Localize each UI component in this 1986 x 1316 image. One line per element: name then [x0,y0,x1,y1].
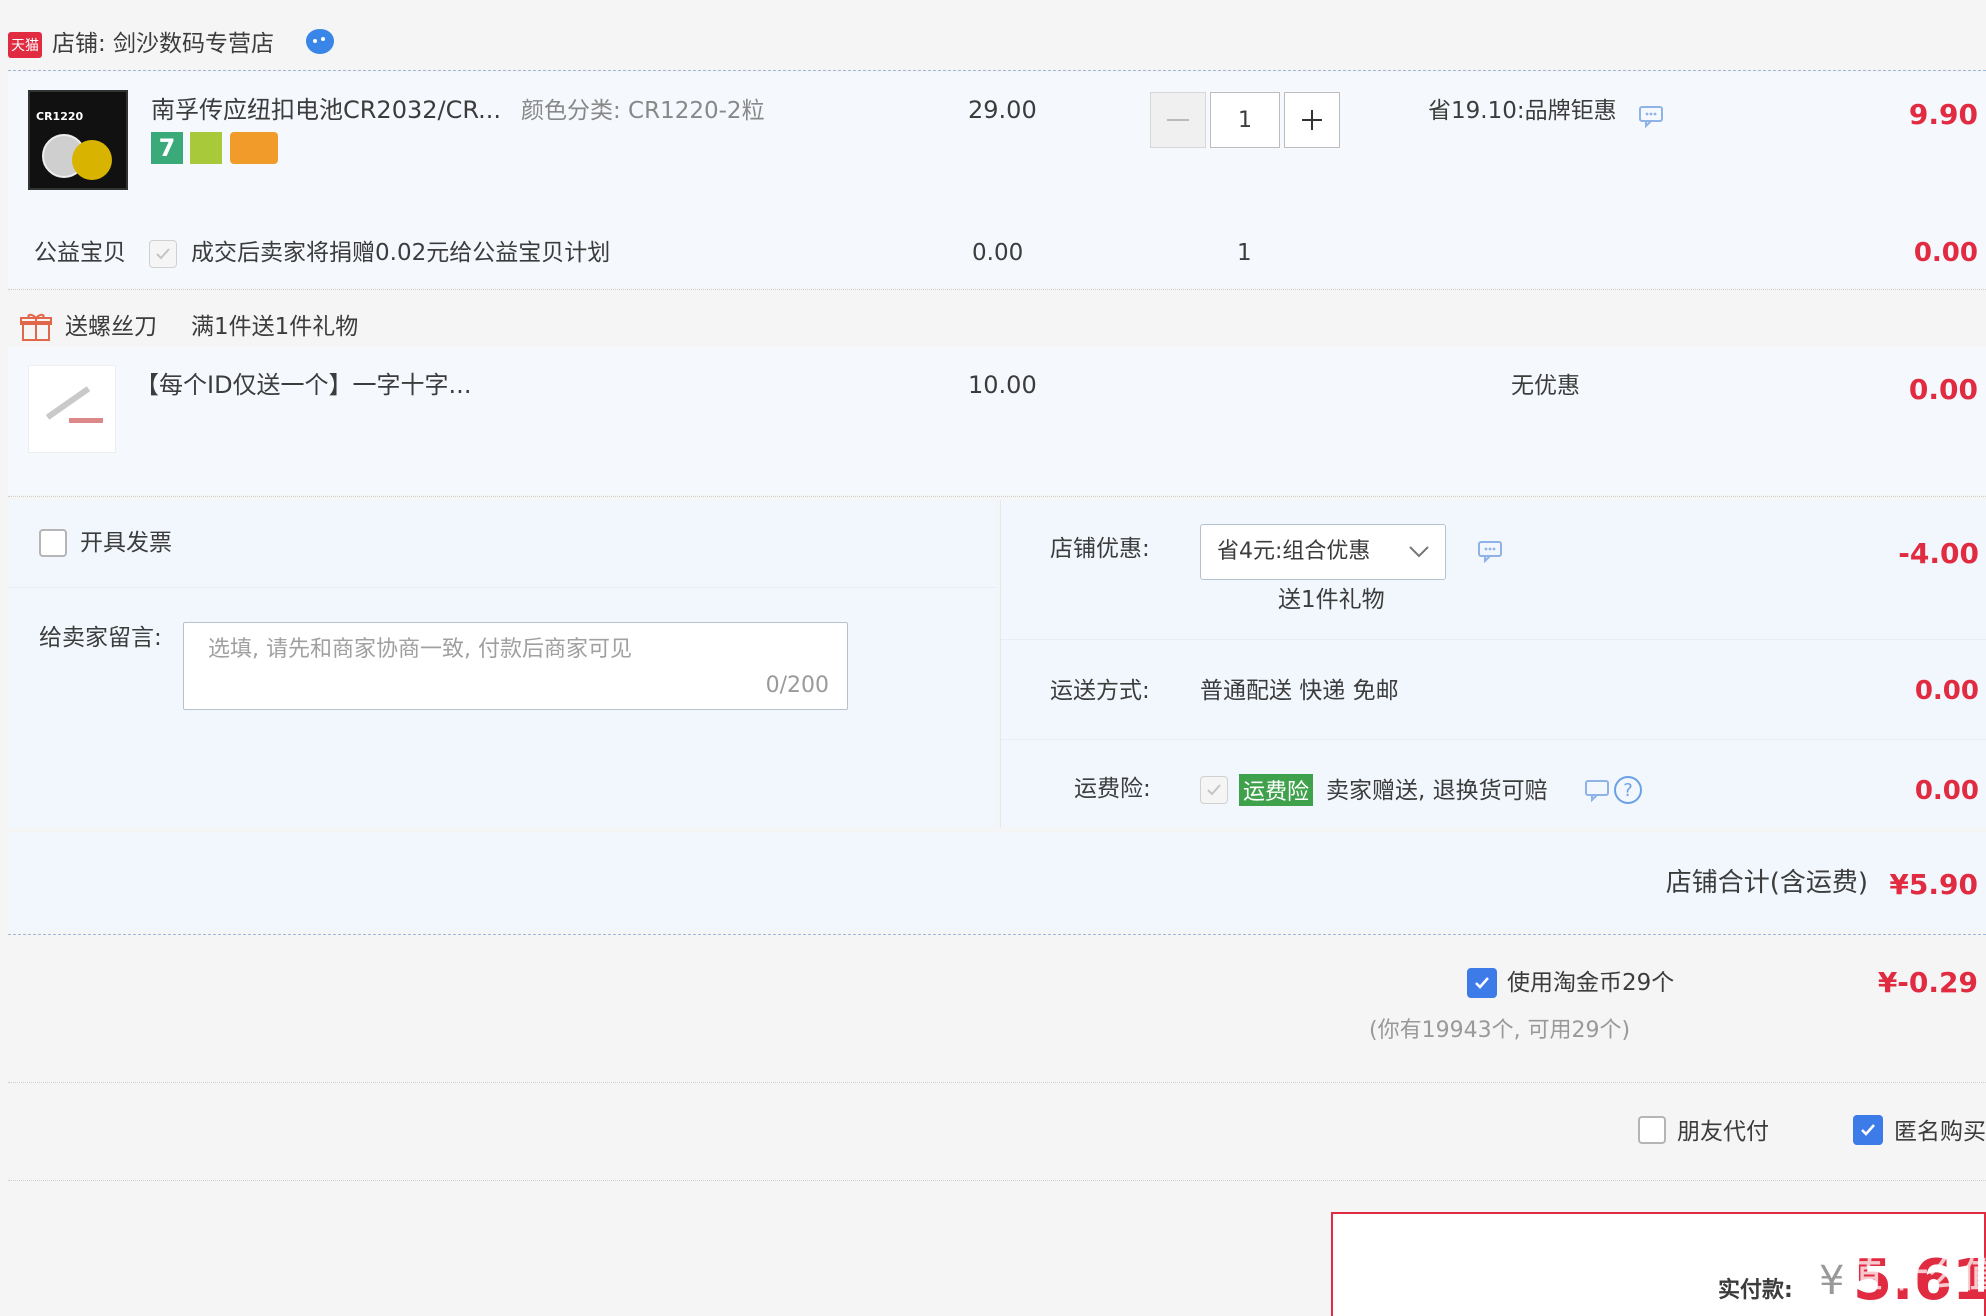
gift-rule: 满1件送1件礼物 [191,314,359,340]
charity-qty: 1 [1237,240,1252,266]
plus-icon [1302,110,1322,130]
friend-pay-checkbox[interactable] [1638,1116,1666,1144]
shop-discount-amount: -4.00 [1898,537,1979,570]
anonymous-checkbox[interactable] [1853,1115,1883,1145]
shop-discount-note: 送1件礼物 [1278,587,1385,613]
invoice-checkbox[interactable] [39,529,67,557]
guarantee-shield-icon [190,132,222,164]
gift-title[interactable]: 【每个ID仅送一个】一字十字... [135,373,471,397]
coins-amount: ¥-0.29 [1877,966,1978,999]
product-sku: 颜色分类: CR1220-2粒 [521,98,765,124]
qty-increase-button[interactable] [1284,92,1340,148]
charity-checkbox [149,240,177,268]
shop-discount-selected: 省4元:组合优惠 [1217,539,1371,564]
product-title[interactable]: 南孚传应纽扣电池CR2032/CR... [151,98,501,122]
coins-label: 使用淘金币29个 [1507,970,1675,996]
checkmark-icon [156,248,170,260]
message-label: 给卖家留言: [39,625,162,651]
item-discount-text: 省19.10:品牌钜惠 [1428,98,1617,124]
anonymous-label: 匿名购买 [1894,1119,1986,1145]
coins-checkbox[interactable] [1467,968,1497,998]
discount-info-icon[interactable] [1638,104,1666,129]
order-options-right: 店铺优惠: 省4元:组合优惠 送1件礼物 -4.00 运送方式: 普通配送 快递… [1000,500,1986,828]
friend-pay-label: 朋友代付 [1677,1119,1769,1145]
gift-label: 送螺丝刀 [65,314,157,340]
tmall-badge: 天猫 [8,32,42,58]
checkmark-icon [1861,1124,1875,1136]
options-divider [8,1180,1986,1181]
item-price: 29.00 [968,96,1037,124]
shop-discount-label: 店铺优惠: [1050,536,1150,562]
shop-divider [8,70,1986,71]
insurance-tag: 运费险 [1239,774,1314,806]
item-subtotal: 9.90 [1908,98,1978,131]
credit-card-icon [230,132,278,164]
charity-price: 0.00 [972,240,1024,266]
insurance-label: 运费险: [1074,776,1151,802]
tmall-badge-text: 天猫 [11,38,39,54]
help-question-icon[interactable]: ? [1614,776,1642,804]
message-placeholder: 选填, 请先和商家协商一致, 付款后商家可见 [208,637,632,662]
coins-hint: (你有19943个, 可用29个) [1369,1018,1631,1043]
gift-discount-text: 无优惠 [1511,373,1580,399]
insurance-amount: 0.00 [1914,776,1979,806]
gift-header: 送螺丝刀 满1件送1件礼物 [8,292,1986,347]
payment-options: 朋友代付 匿名购买 [8,1084,1986,1180]
pay-summary-box: 实付款: ¥ 5.61 值 什么值得买 [1331,1212,1986,1316]
charity-desc: 成交后卖家将捐赠0.02元给公益宝贝计划 [191,240,611,266]
charity-row: 公益宝贝 成交后卖家将捐赠0.02元给公益宝贝计划 0.00 1 0.00 [8,215,1986,287]
shop-total-label: 店铺合计(含运费) [1665,868,1868,898]
shop-discount-row: 店铺优惠: 省4元:组合优惠 送1件礼物 -4.00 [1001,500,1986,640]
minus-icon [1167,119,1189,121]
total-divider [8,934,1986,935]
screwdriver-icon-2 [69,418,103,423]
gift-thumbnail[interactable] [28,365,116,453]
gift-item-panel: 【每个ID仅送一个】一字十字... 10.00 无优惠 0.00 [8,347,1986,495]
shipping-label: 运送方式: [1050,678,1150,704]
shipping-amount: 0.00 [1914,676,1979,706]
shipping-row: 运送方式: 普通配送 快递 免邮 0.00 [1001,644,1986,740]
pay-label: 实付款: [1718,1278,1793,1303]
insurance-chat-icon[interactable] [1584,778,1612,803]
gift-price: 10.00 [968,371,1037,399]
coins-section: 使用淘金币29个 ¥-0.29 (你有19943个, 可用29个) [8,936,1986,1084]
checkmark-icon [1475,977,1489,989]
qty-value: 1 [1238,107,1252,133]
message-counter: 0/200 [765,673,829,698]
battery-coin-icon-2 [72,140,112,180]
shop-header: 天猫 店铺: 剑沙数码专营店 [0,0,1986,70]
insurance-row: 运费险: 运费险 卖家赠送, 退换货可赔 ? 0.00 [1001,744,1986,828]
shop-discount-info-icon[interactable] [1477,539,1505,564]
chevron-down-icon [1409,546,1429,558]
insurance-tag-text: 运费险 [1243,780,1310,805]
invoice-row: 开具发票 [8,500,996,588]
screwdriver-icon [45,386,91,420]
order-options-left: 开具发票 给卖家留言: 选填, 请先和商家协商一致, 付款后商家可见 0/200 [8,500,996,828]
shop-discount-select[interactable]: 省4元:组合优惠 [1200,524,1446,580]
charity-subtotal: 0.00 [1913,238,1978,268]
message-textarea[interactable]: 选填, 请先和商家协商一致, 付款后商家可见 0/200 [183,622,848,710]
checkmark-icon [1207,784,1221,796]
shop-total-bar: 店铺合计(含运费) ¥5.90 [8,832,1986,932]
shop-total-amount: ¥5.90 [1889,868,1978,901]
shop-name[interactable]: 店铺: 剑沙数码专营店 [52,33,274,56]
seven-day-return-icon: 7 [151,132,183,164]
gift-divider [8,496,1986,497]
watermark: 值 什么值得买 [1848,1256,1986,1296]
shipping-value: 普通配送 快递 免邮 [1200,678,1399,704]
qty-input[interactable]: 1 [1210,92,1280,148]
charity-divider [8,289,1986,290]
product-thumbnail[interactable]: CR1220 [28,90,128,190]
insurance-checkbox [1200,776,1228,804]
charity-label: 公益宝贝 [34,240,126,266]
coins-divider [8,1082,1986,1083]
gift-subtotal: 0.00 [1908,373,1978,406]
invoice-label: 开具发票 [80,530,172,556]
insurance-desc: 卖家赠送, 退换货可赔 [1326,778,1548,804]
chat-bubble-icon[interactable] [303,27,337,57]
gift-icon [20,310,52,342]
pay-currency: ¥ [1819,1258,1845,1304]
product-thumb-caption: CR1220 [36,110,84,123]
qty-decrease-button[interactable] [1150,92,1206,148]
